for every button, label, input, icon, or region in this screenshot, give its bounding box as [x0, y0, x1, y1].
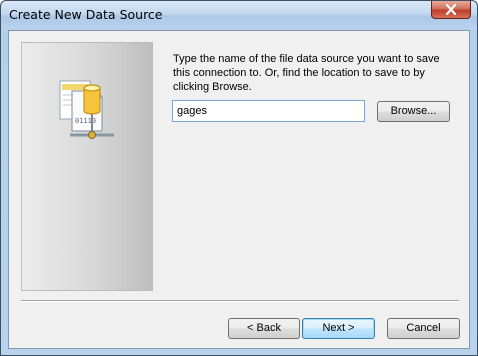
next-button-label: Next >: [322, 322, 355, 334]
browse-button-label: Browse...: [390, 105, 437, 117]
cancel-button[interactable]: Cancel: [387, 318, 460, 339]
close-button[interactable]: [431, 1, 471, 19]
title-bar[interactable]: Create New Data Source: [1, 1, 477, 29]
footer-divider: [21, 300, 459, 302]
close-icon: [445, 4, 457, 15]
dialog-window: Create New Data Source 01110 Type the na…: [0, 0, 478, 356]
instruction-text: Type the name of the file data source yo…: [173, 53, 440, 93]
back-button[interactable]: < Back: [228, 318, 300, 339]
window-title: Create New Data Source: [9, 7, 163, 22]
back-button-label: < Back: [247, 322, 281, 334]
dialog-body: 01110 Type the name of the file data sou…: [8, 30, 470, 349]
illustration-panel: 01110: [21, 42, 153, 291]
file-data-source-icon: 01110: [59, 80, 114, 139]
cancel-button-label: Cancel: [406, 322, 441, 334]
browse-button[interactable]: Browse...: [377, 101, 450, 122]
next-button[interactable]: Next >: [302, 318, 375, 339]
file-name-input[interactable]: [172, 100, 365, 122]
